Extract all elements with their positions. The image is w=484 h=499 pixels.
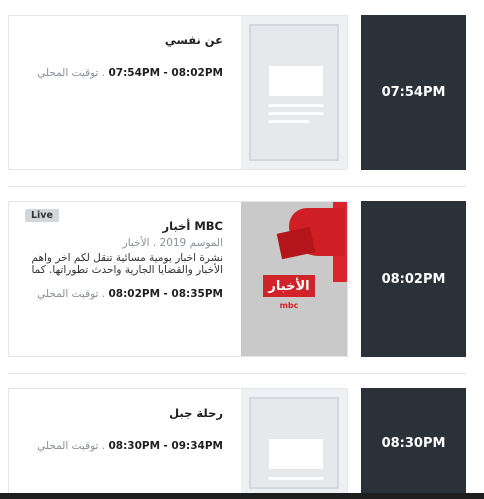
timezone-label: توقيت المحلي: [37, 288, 99, 300]
program-card[interactable]: رحلة جبل 08:30PM - 09:34PM . توقيت المحل…: [8, 388, 348, 498]
program-info: عن نفسي 07:54PM - 08:02PM . توقيت المحلي: [17, 33, 223, 79]
time-separator-dot: .: [98, 440, 106, 452]
program-time-range: 07:54PM - 08:02PM . توقيت المحلي: [17, 67, 223, 79]
program-title[interactable]: رحلة جبل: [17, 406, 223, 420]
program-thumbnail-placeholder[interactable]: [241, 389, 347, 497]
program-card[interactable]: Live MBC أخبار الموسم 2019 . الأخبار نشر…: [8, 201, 348, 357]
mbc-logo-text: mbc: [279, 301, 299, 310]
placeholder-picture-block: [269, 66, 323, 96]
placeholder-image-icon: [249, 24, 339, 161]
program-row[interactable]: Live MBC أخبار الموسم 2019 . الأخبار نشر…: [8, 201, 466, 357]
time-separator-dot: .: [98, 288, 106, 300]
placeholder-image-icon: [249, 397, 339, 489]
program-time-box: 08:02PM: [361, 201, 466, 357]
timezone-label: توقيت المحلي: [37, 440, 99, 452]
program-info: MBC أخبار الموسم 2019 . الأخبار نشرة اخب…: [17, 219, 223, 300]
program-start-time: 08:02PM: [108, 288, 161, 300]
program-end-time: 09:34PM: [171, 440, 223, 452]
program-thumbnail-placeholder[interactable]: [241, 16, 347, 169]
placeholder-text-line: [269, 477, 323, 480]
program-title[interactable]: MBC أخبار: [17, 219, 223, 233]
program-time-box: 08:30PM: [361, 388, 466, 498]
program-title[interactable]: عن نفسي: [17, 33, 223, 47]
program-time-range: 08:02PM - 08:35PM . توقيت المحلي: [17, 288, 223, 300]
placeholder-picture-block: [269, 439, 323, 469]
placeholder-text-line: [269, 104, 323, 107]
program-row[interactable]: رحلة جبل 08:30PM - 09:34PM . توقيت المحل…: [8, 388, 466, 498]
program-description: نشرة اخبار يومية مسائية تنقل لكم اخر واه…: [31, 252, 223, 276]
program-time-box: 07:54PM: [361, 15, 466, 170]
program-info: رحلة جبل 08:30PM - 09:34PM . توقيت المحل…: [17, 406, 223, 452]
program-start-time: 07:54PM: [108, 67, 161, 79]
placeholder-text-line: [269, 112, 323, 115]
program-end-time: 08:35PM: [171, 288, 223, 300]
program-end-time: 08:02PM: [171, 67, 223, 79]
program-start-time: 08:30PM: [108, 440, 161, 452]
row-divider: [8, 186, 466, 187]
time-separator-dot: .: [98, 67, 106, 79]
program-card[interactable]: عن نفسي 07:54PM - 08:02PM . توقيت المحلي: [8, 15, 348, 170]
bottom-edge-bar: [0, 493, 484, 499]
placeholder-text-line: [269, 120, 309, 123]
program-thumbnail-news[interactable]: الأخبار mbc: [241, 202, 347, 356]
timezone-label: توقيت المحلي: [37, 67, 99, 79]
row-divider: [8, 373, 466, 374]
news-logo-label: الأخبار: [263, 275, 315, 297]
program-time-range: 08:30PM - 09:34PM . توقيت المحلي: [17, 440, 223, 452]
program-row[interactable]: عن نفسي 07:54PM - 08:02PM . توقيت المحلي…: [8, 15, 466, 170]
program-season-genre: الموسم 2019 . الأخبار: [122, 237, 223, 249]
